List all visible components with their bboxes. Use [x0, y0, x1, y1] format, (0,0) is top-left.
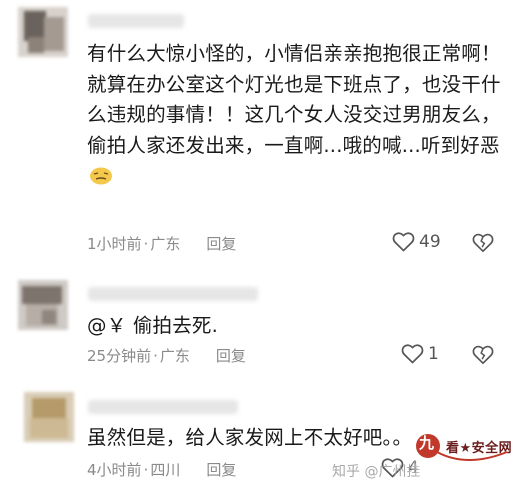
username-blurred[interactable]	[88, 14, 184, 28]
like-button[interactable]: 1	[401, 343, 439, 364]
like-count: 49	[419, 231, 441, 252]
comment-time: 25分钟前	[87, 347, 152, 365]
comment-meta: 25分钟前 · 广东 回复	[87, 345, 246, 366]
meta-separator: ·	[143, 461, 149, 479]
like-count: 1	[428, 343, 439, 364]
reply-button[interactable]: 回复	[216, 345, 246, 366]
avatar[interactable]	[18, 7, 68, 57]
comment-location: 四川	[150, 461, 181, 479]
heart-icon	[392, 232, 415, 252]
logo-mark-icon: 九	[419, 434, 435, 452]
comment-location: 广东	[159, 347, 190, 365]
comment-text: 虽然但是，给人家发网上不太好吧。。	[87, 426, 413, 449]
comment-time: 4小时前	[87, 461, 142, 479]
heart-icon	[401, 344, 424, 364]
site-logo-badge	[407, 412, 519, 500]
comment-text: 偷拍去死.	[132, 314, 219, 337]
meta-separator: ·	[153, 347, 158, 365]
broken-heart-icon[interactable]	[472, 232, 494, 253]
comment-time: 1小时前	[87, 235, 142, 253]
comment-item-2: @￥ 偷拍去死. 25分钟前 · 广东 回复 1	[0, 262, 522, 384]
avatar[interactable]	[18, 280, 68, 330]
like-button[interactable]: 49	[392, 231, 441, 252]
comment-body: @￥ 偷拍去死.	[87, 311, 507, 342]
avatar[interactable]	[24, 392, 74, 442]
comment-meta: 4小时前 · 四川 回复	[87, 459, 236, 480]
comment-location: 广东	[150, 235, 181, 253]
reply-button[interactable]: 回复	[206, 459, 236, 480]
username-blurred[interactable]	[88, 287, 258, 301]
disgust-face-emoji	[90, 167, 112, 185]
meta-separator: ·	[143, 235, 149, 253]
mention-link[interactable]: @￥	[87, 314, 126, 337]
comment-item-1: 有什么大惊小怪的，小情侣亲亲抱抱很正常啊！就算在办公室这个灯光也是下班点了，也没…	[0, 0, 522, 262]
comment-meta: 1小时前 · 广东 回复	[87, 233, 236, 254]
comment-text: 有什么大惊小怪的，小情侣亲亲抱抱很正常啊！就算在办公室这个灯光也是下班点了，也没…	[87, 42, 501, 157]
reply-button[interactable]: 回复	[206, 233, 236, 254]
logo-wordmark-icon: 看★安全网	[446, 441, 513, 456]
username-blurred[interactable]	[88, 400, 238, 414]
comment-body: 有什么大惊小怪的，小情侣亲亲抱抱很正常啊！就算在办公室这个灯光也是下班点了，也没…	[87, 39, 507, 192]
broken-heart-icon[interactable]	[472, 344, 494, 365]
